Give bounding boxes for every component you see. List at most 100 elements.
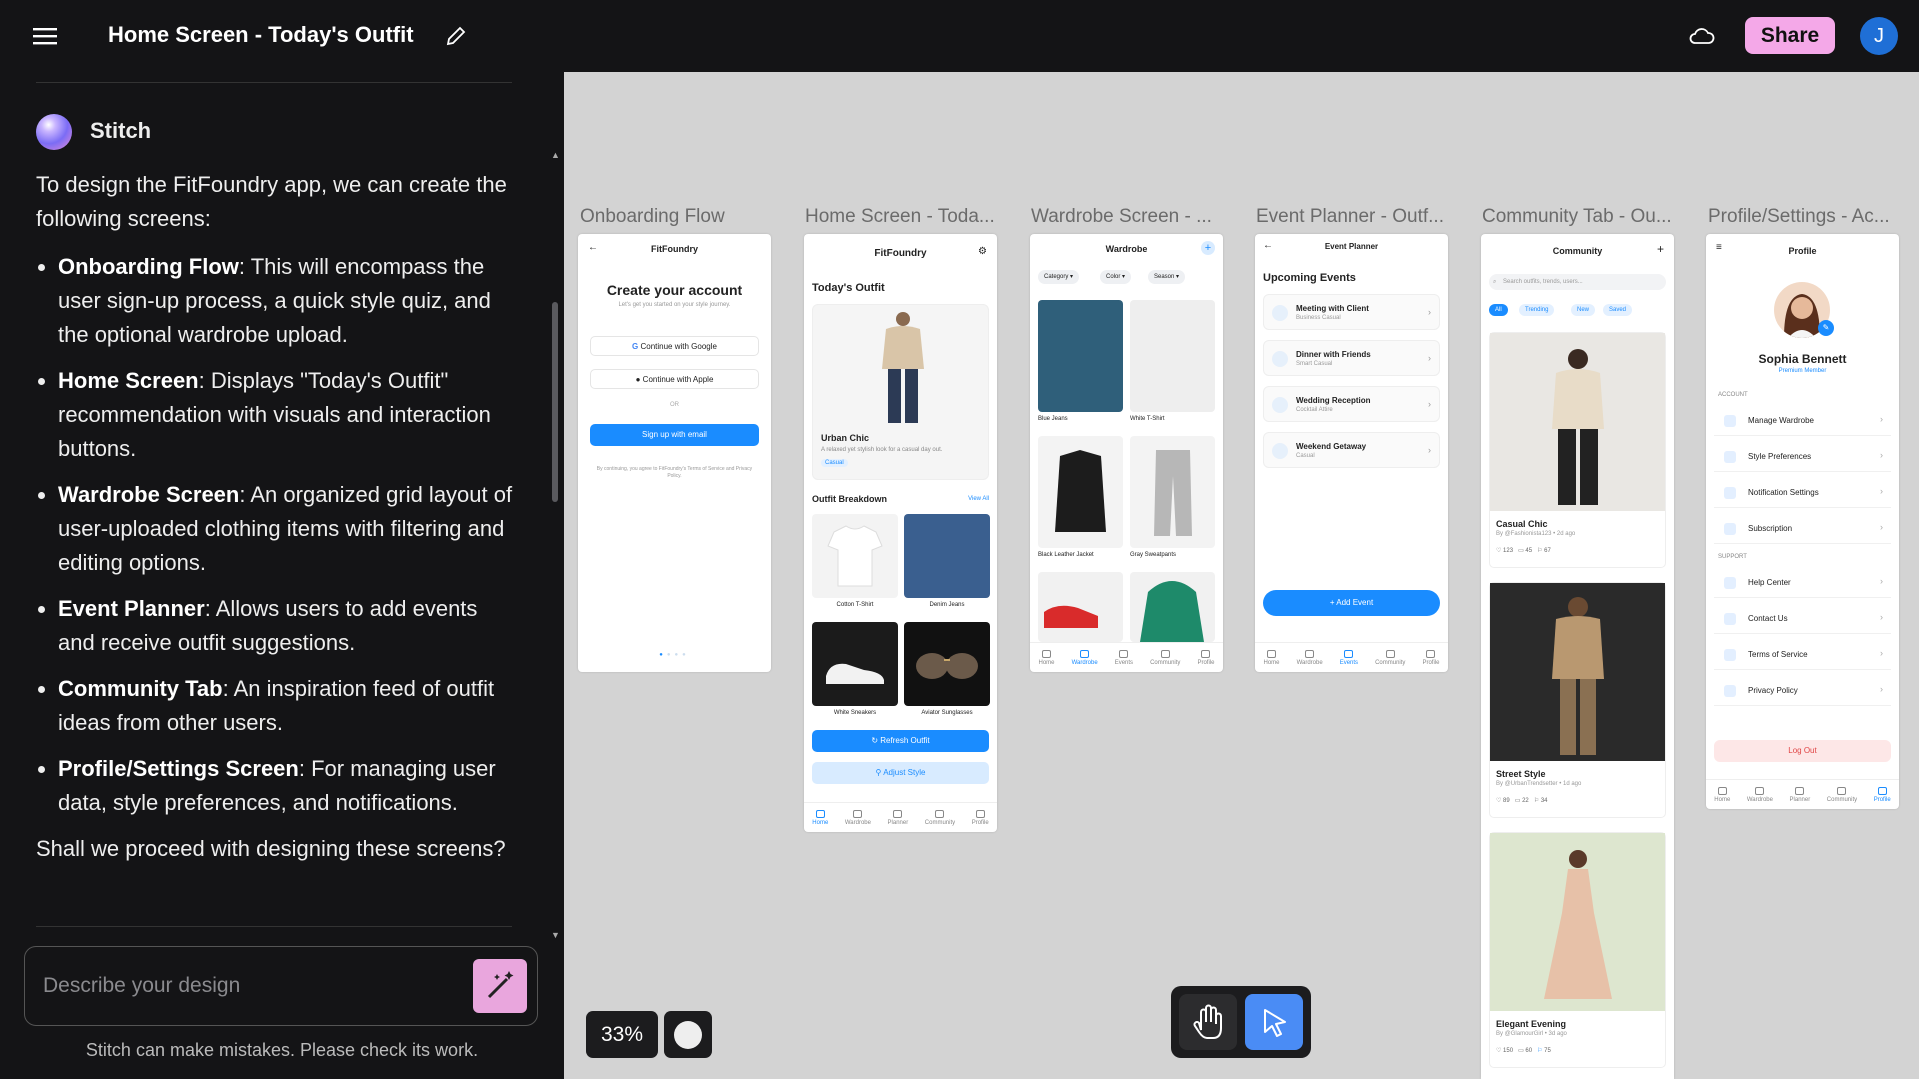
pencil-icon[interactable]	[444, 24, 468, 48]
gear-icon[interactable]: ⚙	[978, 246, 987, 257]
zoom-level[interactable]: 33%	[586, 1011, 658, 1058]
filter-season[interactable]: Season ▾	[1148, 270, 1186, 284]
settings-row[interactable]: Manage Wardrobe ›	[1714, 406, 1891, 436]
settings-row[interactable]: Notification Settings ›	[1714, 478, 1891, 508]
add-icon[interactable]: +	[1201, 241, 1215, 255]
nav-wardrobe[interactable]: Wardrobe	[1072, 649, 1098, 666]
chip-trending[interactable]: Trending	[1519, 304, 1555, 316]
settings-row[interactable]: Contact Us ›	[1714, 604, 1891, 634]
hand-tool-button[interactable]	[1179, 994, 1237, 1050]
post-card[interactable]: Casual Chic By @Fashionista123 • 2d ago …	[1489, 332, 1666, 568]
onboarding-frame[interactable]: ← FitFoundry Create your account Let's g…	[578, 234, 771, 672]
prompt-input[interactable]	[43, 969, 443, 1003]
chip-saved[interactable]: Saved	[1603, 304, 1633, 316]
chevron-right-icon: ›	[1428, 307, 1431, 317]
scroll-up-icon[interactable]: ▲	[551, 150, 560, 160]
edit-avatar-icon[interactable]: ✎	[1818, 320, 1834, 336]
filter-color[interactable]: Color ▾	[1100, 270, 1132, 284]
post-card[interactable]: Street Style By @UrbanTrendsetter • 1d a…	[1489, 582, 1666, 818]
frame-label[interactable]: Event Planner - Outf...	[1256, 206, 1444, 228]
item-image-sneakers[interactable]	[812, 622, 898, 706]
nav-profile[interactable]: Profile	[1422, 649, 1439, 666]
item-image-hoodie[interactable]	[1130, 572, 1215, 642]
nav-profile[interactable]: Profile	[1874, 786, 1891, 803]
settings-row[interactable]: Subscription ›	[1714, 514, 1891, 544]
cursor-icon	[1264, 1009, 1286, 1037]
nav-community[interactable]: Community	[1150, 649, 1180, 666]
event-row[interactable]: Weekend Getaway Casual ›	[1263, 432, 1440, 468]
event-planner-frame[interactable]: ← Event Planner Upcoming Events Meeting …	[1255, 234, 1448, 672]
event-row[interactable]: Meeting with Client Business Casual ›	[1263, 294, 1440, 330]
nav-home[interactable]: Home	[812, 809, 828, 826]
design-canvas[interactable]: Onboarding Flow Home Screen - Toda... Wa…	[564, 72, 1919, 1079]
profile-frame[interactable]: ≡ Profile ✎ Sophia Bennett Premium Membe…	[1706, 234, 1899, 809]
chip-all[interactable]: All	[1489, 304, 1508, 316]
settings-row[interactable]: Terms of Service ›	[1714, 640, 1891, 670]
item-image-jeans[interactable]	[1038, 300, 1123, 412]
settings-row[interactable]: Style Preferences ›	[1714, 442, 1891, 472]
add-event-button[interactable]: + Add Event	[1263, 590, 1440, 616]
nav-home[interactable]: Home	[1039, 649, 1055, 666]
frame-label[interactable]: Home Screen - Toda...	[805, 206, 995, 228]
nav-events[interactable]: Events	[1115, 649, 1133, 666]
view-all-link[interactable]: View All	[968, 496, 989, 502]
item-image-jeans[interactable]	[904, 514, 990, 598]
nav-profile[interactable]: Profile	[972, 809, 989, 826]
refresh-outfit-button[interactable]: ↻ Refresh Outfit	[812, 730, 989, 752]
apple-button[interactable]: ● Continue with Apple	[590, 369, 759, 389]
share-button[interactable]: Share	[1745, 17, 1835, 54]
scroll-down-icon[interactable]: ▼	[551, 930, 560, 940]
post-card[interactable]: Elegant Evening By @GlamourGirl • 3d ago…	[1489, 832, 1666, 1068]
settings-row[interactable]: Help Center ›	[1714, 568, 1891, 598]
nav-planner[interactable]: Planner	[888, 809, 908, 826]
wardrobe-frame[interactable]: Wardrobe + Category ▾ Color ▾ Season ▾ B…	[1030, 234, 1223, 672]
logout-button[interactable]: Log Out	[1714, 740, 1891, 762]
nav-community[interactable]: Community	[1827, 786, 1857, 803]
item-image-sweatpants[interactable]	[1130, 436, 1215, 548]
nav-planner[interactable]: Planner	[1790, 786, 1810, 803]
google-button[interactable]: G Continue with Google	[590, 336, 759, 356]
event-row[interactable]: Dinner with Friends Smart Casual ›	[1263, 340, 1440, 376]
chevron-right-icon: ›	[1880, 576, 1883, 586]
community-frame[interactable]: Community + ⌕ Search outfits, trends, use…	[1481, 234, 1674, 1079]
nav-home[interactable]: Home	[1714, 786, 1730, 803]
item-image-tshirt[interactable]	[1130, 300, 1215, 412]
item-image-tshirt[interactable]	[812, 514, 898, 598]
list-item: Onboarding Flow: This will encompass the…	[58, 250, 516, 352]
chip-new[interactable]: New	[1571, 304, 1596, 316]
cloud-icon[interactable]	[1688, 24, 1716, 48]
filter-category[interactable]: Category ▾	[1038, 270, 1080, 284]
nav-wardrobe[interactable]: Wardrobe	[1747, 786, 1773, 803]
item-label: Blue Jeans	[1038, 416, 1068, 422]
people-icon	[935, 809, 945, 818]
event-row[interactable]: Wedding Reception Cocktail Attire ›	[1263, 386, 1440, 422]
frame-label[interactable]: Community Tab - Ou...	[1482, 206, 1672, 228]
home-frame[interactable]: FitFoundry ⚙ Today's Outfit Urban Chic A…	[804, 234, 997, 832]
nav-events[interactable]: Events	[1340, 649, 1358, 666]
heart-icon: ♡	[1496, 548, 1504, 554]
generate-button[interactable]	[473, 959, 527, 1013]
search-bar[interactable]: ⌕ Search outfits, trends, users...	[1489, 274, 1666, 290]
menu-icon[interactable]	[32, 24, 58, 48]
frame-label[interactable]: Profile/Settings - Ac...	[1708, 206, 1890, 228]
nav-wardrobe[interactable]: Wardrobe	[845, 809, 871, 826]
item-image-sunglasses[interactable]	[904, 622, 990, 706]
adjust-style-button[interactable]: ⚲ Adjust Style	[812, 762, 989, 784]
nav-home[interactable]: Home	[1264, 649, 1280, 666]
settings-row[interactable]: Privacy Policy ›	[1714, 676, 1891, 706]
outfit-card[interactable]: Urban Chic A relaxed yet stylish look fo…	[812, 304, 989, 480]
frame-label[interactable]: Onboarding Flow	[580, 206, 725, 228]
item-image-sneaker[interactable]	[1038, 572, 1123, 642]
frame-label[interactable]: Wardrobe Screen - ...	[1031, 206, 1212, 228]
nav-community[interactable]: Community	[925, 809, 955, 826]
scrollbar-thumb[interactable]	[552, 302, 558, 502]
nav-profile[interactable]: Profile	[1197, 649, 1214, 666]
theme-toggle-button[interactable]	[664, 1011, 712, 1058]
nav-wardrobe[interactable]: Wardrobe	[1297, 649, 1323, 666]
user-avatar[interactable]: J	[1860, 17, 1898, 55]
nav-community[interactable]: Community	[1375, 649, 1405, 666]
select-tool-button[interactable]	[1245, 994, 1303, 1050]
item-image-jacket[interactable]	[1038, 436, 1123, 548]
plus-icon[interactable]: +	[1657, 242, 1664, 256]
email-signup-button[interactable]: Sign up with email	[590, 424, 759, 446]
